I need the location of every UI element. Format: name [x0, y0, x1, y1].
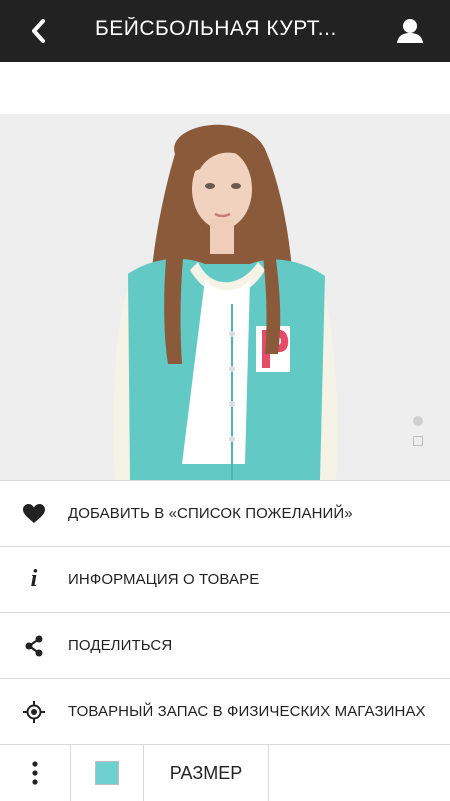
spacer: [0, 62, 450, 114]
locate-icon: [23, 700, 45, 723]
store-stock-label: ТОВАРНЫЙ ЗАПАС В ФИЗИЧЕСКИХ МАГАЗИНАХ: [68, 703, 426, 720]
share-label: ПОДЕЛИТЬСЯ: [68, 637, 173, 654]
share-item[interactable]: ПОДЕЛИТЬСЯ: [0, 612, 450, 678]
chevron-left-icon: [32, 19, 45, 43]
top-bar: БЕЙСБОЛЬНАЯ КУРТ...: [0, 0, 450, 62]
carousel-indicator[interactable]: [412, 416, 424, 446]
more-vertical-icon: [32, 761, 38, 785]
add-to-wishlist-label: ДОБАВИТЬ В «СПИСОК ПОЖЕЛАНИЙ»: [68, 505, 353, 522]
carousel-dot-inactive[interactable]: [413, 436, 423, 446]
heart-icon: [23, 503, 45, 523]
color-swatch[interactable]: [95, 761, 119, 785]
product-info-label: ИНФОРМАЦИЯ О ТОВАРЕ: [68, 571, 260, 588]
product-photo: [0, 114, 450, 480]
share-icon: [25, 635, 43, 656]
product-image[interactable]: [0, 114, 450, 480]
color-selector[interactable]: [70, 745, 143, 801]
add-to-wishlist-item[interactable]: ДОБАВИТЬ В «СПИСОК ПОЖЕЛАНИЙ»: [0, 480, 450, 546]
back-button[interactable]: [18, 14, 58, 48]
carousel-dot-active[interactable]: [413, 416, 423, 426]
user-icon: [397, 19, 423, 43]
page-title: БЕЙСБОЛЬНАЯ КУРТ...: [95, 17, 337, 40]
bottom-bar: РАЗМЕР: [0, 744, 450, 801]
size-selector[interactable]: РАЗМЕР: [143, 745, 269, 801]
store-stock-item[interactable]: ТОВАРНЫЙ ЗАПАС В ФИЗИЧЕСКИХ МАГАЗИНАХ: [0, 678, 450, 744]
user-account-button[interactable]: [390, 14, 430, 48]
product-info-item[interactable]: i ИНФОРМАЦИЯ О ТОВАРЕ: [0, 546, 450, 612]
size-label: РАЗМЕР: [169, 762, 243, 783]
more-button[interactable]: [0, 745, 70, 801]
product-actions-menu: ДОБАВИТЬ В «СПИСОК ПОЖЕЛАНИЙ» i ИНФОРМАЦ…: [0, 480, 450, 744]
info-icon: i: [30, 566, 38, 592]
